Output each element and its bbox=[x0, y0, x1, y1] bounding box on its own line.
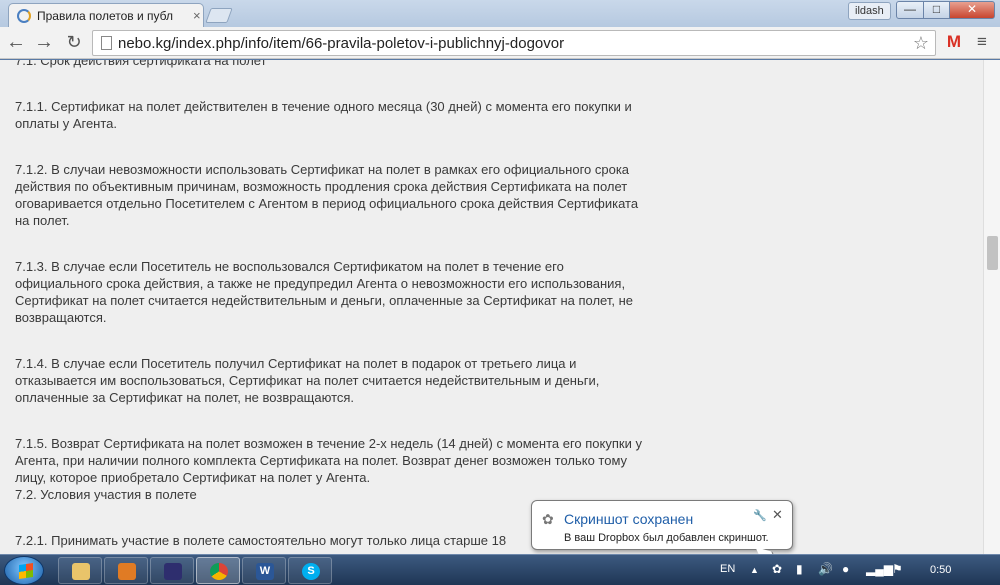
chrome-icon bbox=[210, 563, 228, 580]
window-titlebar: Правила полетов и публ × ildash — □ ✕ bbox=[0, 0, 1000, 27]
paragraph: 7.1.2. В случаи невозможности использова… bbox=[15, 162, 639, 228]
address-bar[interactable]: nebo.kg/index.php/info/item/66-pravila-p… bbox=[92, 30, 936, 56]
notification-body: В ваш Dropbox был добавлен скриншот. bbox=[564, 532, 769, 544]
antivirus-icon[interactable]: ● bbox=[842, 562, 849, 576]
browser-toolbar: ← → ↻ nebo.kg/index.php/info/item/66-pra… bbox=[0, 27, 1000, 59]
chrome-menu-icon[interactable]: ≡ bbox=[972, 33, 992, 53]
taskbar-word[interactable]: W bbox=[242, 557, 286, 584]
media-player-icon bbox=[118, 563, 136, 580]
notification-title[interactable]: Скриншот сохранен bbox=[564, 511, 693, 527]
profile-badge[interactable]: ildash bbox=[848, 2, 891, 20]
new-tab-button[interactable] bbox=[205, 8, 233, 23]
close-icon[interactable]: ✕ bbox=[772, 507, 783, 523]
paragraph: 7.1.4. В случае если Посетитель получил … bbox=[15, 356, 600, 405]
network-signal-icon[interactable]: ▂▄▆ bbox=[866, 562, 893, 576]
taskbar-skype[interactable]: S bbox=[288, 557, 332, 584]
windows-logo-icon bbox=[19, 563, 33, 579]
paragraph: 7.1.3. В случае если Посетитель не воспо… bbox=[15, 259, 633, 325]
close-window-button[interactable]: ✕ bbox=[949, 1, 995, 19]
language-indicator[interactable]: EN bbox=[720, 563, 735, 575]
minimize-button[interactable]: — bbox=[896, 1, 924, 19]
article-text: 7.1. Срок действия сертификата на полет … bbox=[15, 60, 655, 549]
page-content: 7.1. Срок действия сертификата на полет … bbox=[0, 60, 983, 554]
action-center-flag-icon[interactable]: ⚑ bbox=[892, 562, 903, 576]
tab-title: Правила полетов и публ bbox=[37, 8, 173, 23]
dropbox-notification[interactable]: ✿ Скриншот сохранен В ваш Dropbox был до… bbox=[531, 500, 793, 565]
page-icon bbox=[101, 36, 112, 50]
floppy-disk-icon bbox=[164, 563, 182, 580]
windows-taskbar: W S EN ▲ ✿ ▮ 🔊 ● ▂▄▆ ⚑ 0:50 bbox=[0, 554, 1000, 585]
forward-button[interactable]: → bbox=[32, 31, 56, 55]
tab-close-icon[interactable]: × bbox=[193, 8, 201, 23]
usb-device-icon[interactable]: ▮ bbox=[796, 562, 803, 576]
dropbox-icon: ✿ bbox=[542, 511, 554, 527]
skype-icon: S bbox=[302, 563, 320, 580]
browser-tab[interactable]: Правила полетов и публ × bbox=[8, 3, 204, 27]
tray-overflow-icon[interactable]: ▲ bbox=[750, 565, 759, 575]
vertical-scrollbar[interactable] bbox=[983, 60, 1000, 554]
folder-icon bbox=[72, 563, 90, 580]
paragraph: 7.1.1. Сертификат на полет действителен … bbox=[15, 99, 632, 131]
site-favicon-icon bbox=[17, 8, 31, 23]
wrench-icon[interactable]: 🔧 bbox=[753, 509, 767, 522]
back-button[interactable]: ← bbox=[4, 31, 28, 55]
url-text[interactable]: nebo.kg/index.php/info/item/66-pravila-p… bbox=[118, 35, 564, 52]
taskbar-media-player[interactable] bbox=[104, 557, 148, 584]
word-icon: W bbox=[256, 563, 274, 580]
bookmark-star-icon[interactable]: ☆ bbox=[913, 33, 929, 54]
start-button[interactable] bbox=[4, 556, 44, 585]
taskbar-chrome[interactable] bbox=[196, 557, 240, 584]
taskbar-save-app[interactable] bbox=[150, 557, 194, 584]
system-clock[interactable]: 0:50 bbox=[930, 564, 951, 576]
paragraph: 7.1.5. Возврат Сертификата на полет возм… bbox=[15, 436, 642, 485]
dropbox-tray-icon[interactable]: ✿ bbox=[772, 562, 782, 576]
scroll-thumb[interactable] bbox=[987, 236, 998, 270]
volume-icon[interactable]: 🔊 bbox=[818, 562, 833, 576]
taskbar-explorer[interactable] bbox=[58, 557, 102, 584]
gmail-icon[interactable]: M bbox=[944, 32, 964, 52]
maximize-button[interactable]: □ bbox=[923, 1, 950, 19]
reload-button[interactable]: ↻ bbox=[62, 31, 86, 55]
section-heading: 7.1. Срок действия сертификата на полет bbox=[15, 60, 267, 68]
